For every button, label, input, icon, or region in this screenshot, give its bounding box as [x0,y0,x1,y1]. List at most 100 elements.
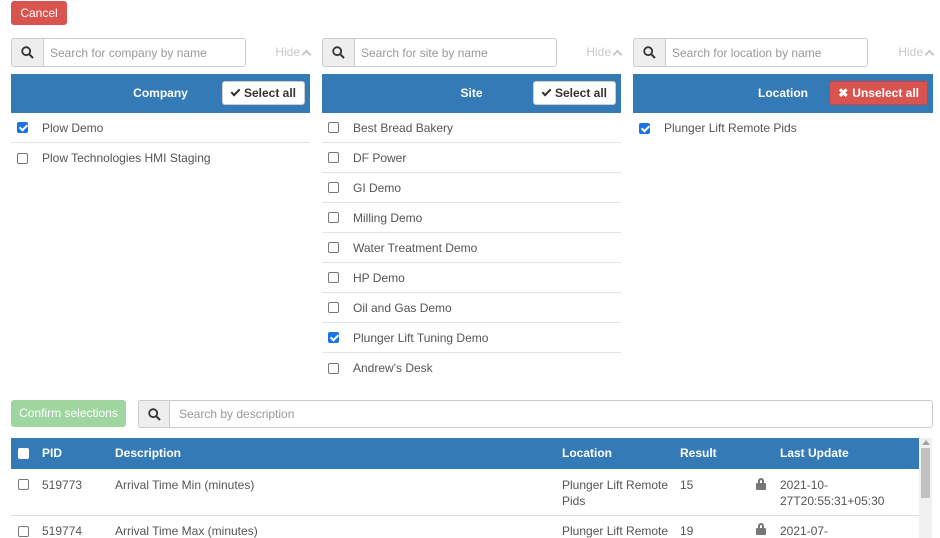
search-icon [322,38,354,67]
list-item[interactable]: Plow Demo [11,113,310,143]
scroll-thumb[interactable] [921,448,930,498]
cell-result: 19 [680,524,694,538]
site-header-title: Site [460,86,483,100]
company-search [11,38,246,67]
company-search-input[interactable] [43,38,246,67]
list-item[interactable]: HP Demo [322,263,621,293]
checkbox[interactable] [328,182,339,193]
column-header-last-update[interactable]: Last Update [780,438,849,469]
company-list: Plow Demo Plow Technologies HMI Staging [11,113,310,173]
checkbox[interactable] [328,242,339,253]
search-icon [138,400,169,428]
checkbox[interactable] [17,152,28,164]
cell-description: Arrival Time Min (minutes) [115,478,255,492]
company-select-all-button[interactable]: Select all [221,81,305,105]
cell-description: Arrival Time Max (minutes) [115,524,258,538]
search-icon [11,38,43,67]
row-checkbox[interactable] [18,526,29,537]
chevron-up-icon [301,49,312,60]
row-checkbox[interactable] [18,479,29,490]
select-all-checkbox[interactable] [18,448,29,459]
lock-icon [756,523,766,535]
list-item[interactable]: Oil and Gas Demo [322,293,621,323]
site-search-input[interactable] [354,38,557,67]
list-item[interactable]: GI Demo [322,173,621,203]
item-label: Plunger Lift Remote Pids [664,121,797,135]
search-icon [633,38,665,67]
column-header-pid[interactable]: PID [42,438,62,469]
lock-icon [756,478,766,490]
cell-result: 15 [680,478,694,492]
list-item[interactable]: DF Power [322,143,621,173]
list-item[interactable]: Best Bread Bakery [322,113,621,143]
check-icon [541,86,552,97]
select-all-label: Select all [243,86,296,100]
item-label: HP Demo [353,270,405,285]
checkbox[interactable] [328,272,339,283]
item-label: Plow Demo [42,120,104,135]
company-hide-link[interactable]: Hide [275,38,312,67]
chevron-up-icon [924,49,935,60]
item-label: Water Treatment Demo [353,240,478,255]
table-scrollbar[interactable] [919,438,932,538]
scroll-up-arrow-icon[interactable] [922,440,930,445]
hide-label: Hide [275,45,300,59]
item-label: DF Power [353,150,407,165]
list-item[interactable]: Andrew's Desk [322,353,621,383]
checkbox[interactable] [328,302,339,313]
cell-last-update-line: 27T20:55:31+05:30 [780,494,885,508]
checkbox[interactable] [328,152,339,163]
confirm-selections-button[interactable]: Confirm selections [11,400,126,427]
item-label: GI Demo [353,180,402,195]
location-unselect-all-button[interactable]: ✖ Unselect all [829,81,928,105]
cell-pid: 519773 [42,478,83,492]
site-hide-link[interactable]: Hide [586,38,623,67]
cell-location-line: Pids [562,494,586,508]
location-hide-link[interactable]: Hide [898,38,935,67]
checkbox[interactable] [328,212,339,223]
close-icon: ✖ [838,86,849,100]
cell-location: Plunger Lift Remote [562,523,668,538]
item-label: Oil and Gas Demo [353,300,452,315]
description-search-input[interactable] [169,400,933,428]
table-header: PID Description Location Result Last Upd… [11,438,919,469]
column-header-result[interactable]: Result [680,438,717,469]
item-label: Plow Technologies HMI Staging [42,151,211,165]
cancel-button[interactable]: Cancel [11,1,67,25]
cell-last-update: 2021-10- 27T20:55:31+05:30 [780,477,884,509]
cell-last-update-line: 2021-07- [780,524,829,538]
cell-last-update-line: 2021-10- [780,478,829,492]
checkbox[interactable] [17,122,28,133]
hide-label: Hide [898,45,923,59]
cell-pid: 519774 [42,524,83,538]
site-header: Site Select all [322,74,621,113]
checkbox[interactable] [328,362,339,374]
cell-location-line: Plunger Lift Remote [562,478,669,492]
cell-last-update: 2021-07- [780,523,828,538]
list-item[interactable]: Milling Demo [322,203,621,233]
checkbox[interactable] [328,122,339,133]
checkbox[interactable] [328,332,339,343]
site-select-all-button[interactable]: Select all [532,81,616,105]
column-header-description[interactable]: Description [115,438,181,469]
location-header: Location ✖ Unselect all [633,74,933,113]
list-item[interactable]: Plow Technologies HMI Staging [11,143,310,173]
list-item[interactable]: Water Treatment Demo [322,233,621,263]
company-header: Company Select all [11,74,310,113]
table-row[interactable]: 519773 Arrival Time Min (minutes) Plunge… [11,469,919,516]
company-column: Hide Company Select all Plow Demo Plow T… [11,38,312,173]
item-label: Milling Demo [353,210,423,225]
checkbox[interactable] [639,122,650,134]
column-header-location[interactable]: Location [562,438,612,469]
list-item[interactable]: Plunger Lift Tuning Demo [322,323,621,353]
list-item[interactable]: Plunger Lift Remote Pids [633,113,933,143]
item-label: Plunger Lift Tuning Demo [353,330,489,345]
table-row[interactable]: 519774 Arrival Time Max (minutes) Plunge… [11,516,919,538]
chevron-up-icon [612,49,623,60]
unselect-all-label: Unselect all [852,86,919,100]
pid-table: PID Description Location Result Last Upd… [11,438,933,538]
location-header-title: Location [758,86,808,100]
location-search-input[interactable] [665,38,868,67]
site-list: Best Bread Bakery DF Power GI Demo Milli… [322,113,621,383]
location-column: Hide Location ✖ Unselect all Plunger Lif… [633,38,935,143]
